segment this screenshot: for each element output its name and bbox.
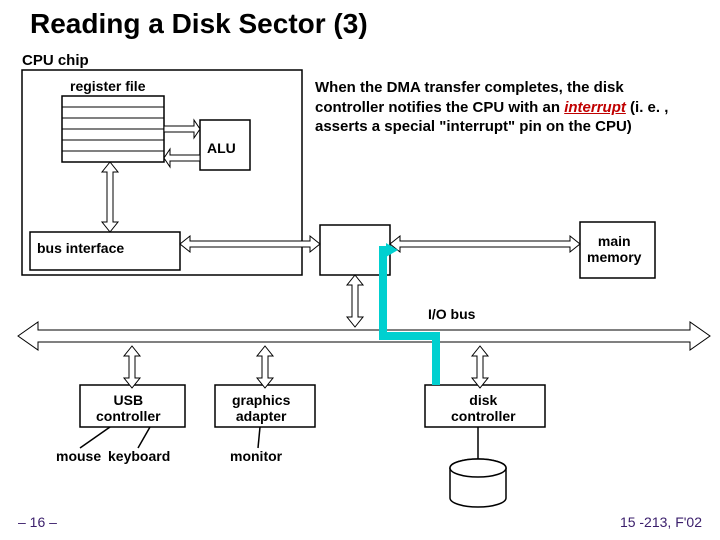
diagram-svg (0, 0, 720, 540)
bus-interface-box (30, 232, 180, 270)
bridge-memory-arrow (390, 236, 580, 252)
alu-box (200, 120, 250, 170)
alu-to-regfile-arrow (164, 149, 200, 167)
main-memory-box (580, 222, 655, 278)
io-bus-arrow (18, 322, 710, 350)
iobus-usb-arrow (124, 346, 140, 388)
iobus-diskctrl-arrow (472, 346, 488, 388)
usb-controller-box (80, 385, 185, 427)
iobus-graphics-arrow (257, 346, 273, 388)
graphics-adapter-box (215, 385, 315, 427)
regfile-businterface-arrow (102, 162, 118, 232)
regfile-to-alu-arrow (164, 120, 200, 138)
disk-controller-box (425, 385, 545, 427)
interrupt-path (383, 250, 436, 385)
bridge-iobus-arrow (347, 275, 363, 327)
businterface-bridge-arrow (180, 236, 320, 252)
